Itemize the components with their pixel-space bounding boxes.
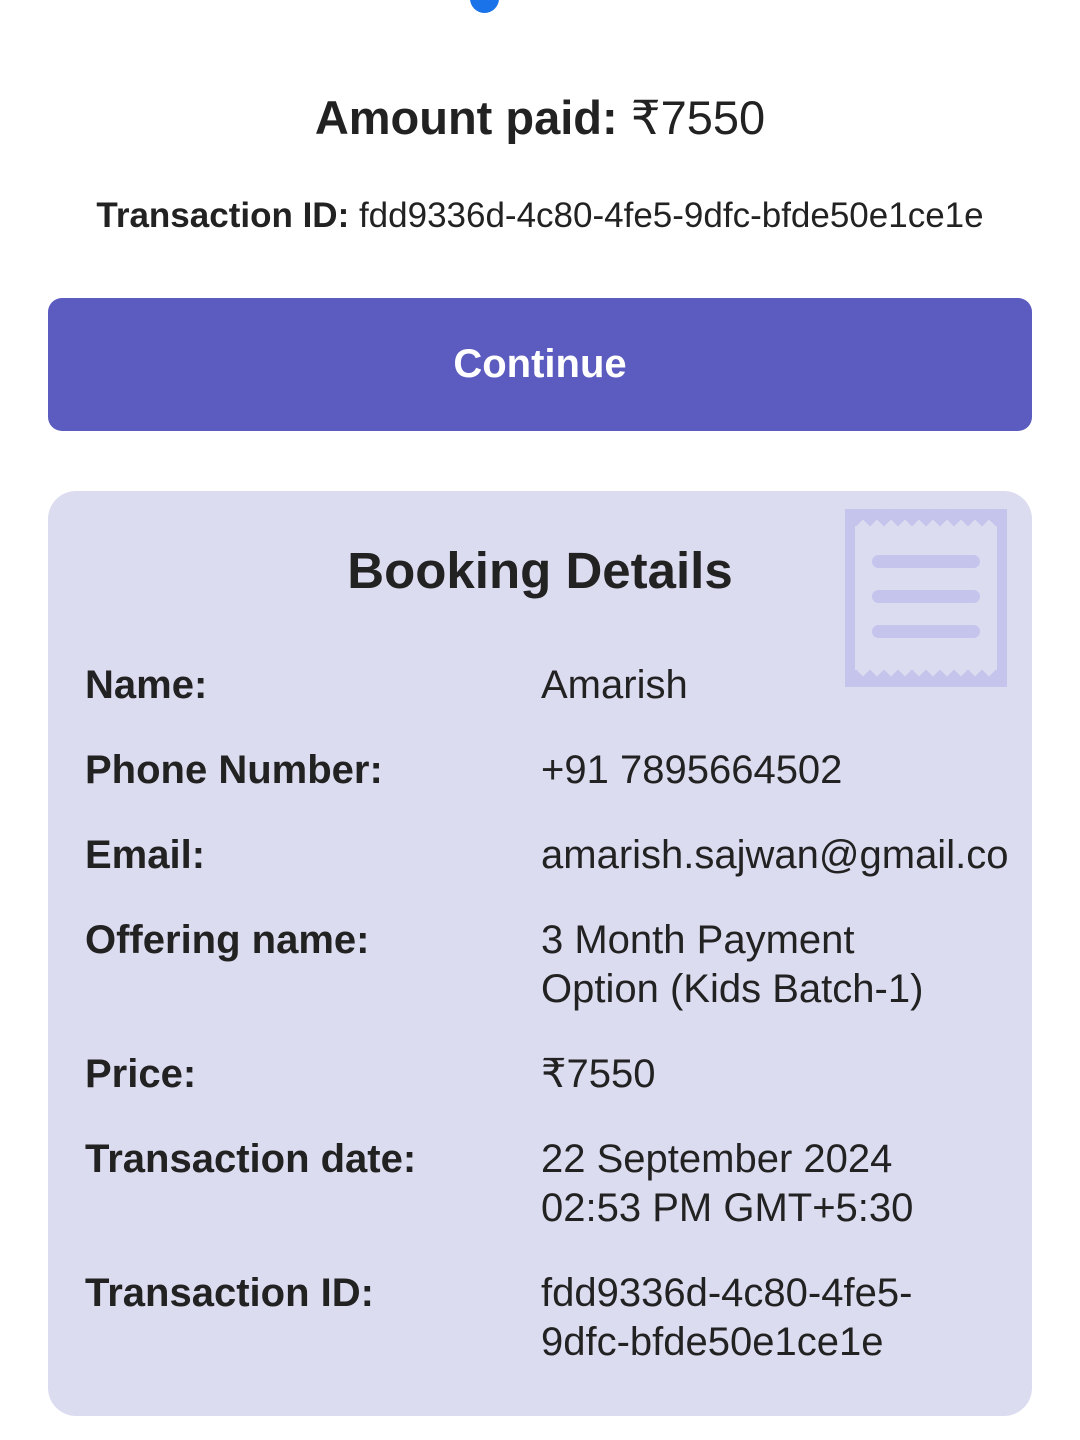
detail-label: Name: xyxy=(85,663,208,707)
transaction-id-summary: Transaction ID: fdd9336d-4c80-4fe5-9dfc-… xyxy=(0,194,1080,238)
payment-success-page: Amount paid: ₹7550 Transaction ID: fdd93… xyxy=(0,0,1080,1440)
detail-value: Amarish xyxy=(541,663,688,707)
detail-value-line: 22 September 2024 xyxy=(541,1137,893,1181)
detail-label: Email: xyxy=(85,833,206,877)
booking-details-title: Booking Details xyxy=(347,542,733,599)
detail-value-line: 02:53 PM GMT+5:30 xyxy=(541,1186,914,1230)
progress-indicator-dot xyxy=(470,0,499,13)
transaction-id-label: Transaction ID: xyxy=(96,196,350,235)
detail-label: Offering name: xyxy=(85,918,370,962)
detail-value: 22 September 2024 02:53 PM GMT+5:30 xyxy=(541,1135,961,1233)
detail-label: Price: xyxy=(85,1052,197,1096)
amount-paid-value: ₹7550 xyxy=(630,91,766,144)
detail-value: fdd9336d-4c80-4fe5- 9dfc-bfde50e1ce1e xyxy=(541,1269,961,1367)
continue-button[interactable]: Continue xyxy=(48,298,1032,431)
amount-paid-label: Amount paid: xyxy=(314,91,618,144)
detail-value: +91 7895664502 xyxy=(541,748,843,792)
transaction-id-value: fdd9336d-4c80-4fe5-9dfc-bfde50e1ce1e xyxy=(358,196,984,235)
detail-value: amarish.sajwan@gmail.co xyxy=(541,833,1009,877)
detail-value-line: 3 Month Payment xyxy=(541,918,855,962)
detail-value: ₹7550 xyxy=(541,1052,656,1096)
detail-value-line: fdd9336d-4c80-4fe5- xyxy=(541,1271,913,1315)
detail-label: Transaction ID: xyxy=(85,1271,374,1315)
detail-value-line: Option (Kids Batch-1) xyxy=(541,967,924,1011)
amount-paid: Amount paid: ₹7550 xyxy=(0,88,1080,148)
detail-label: Phone Number: xyxy=(85,748,383,792)
booking-details-card: Booking Details Name: Amarish Phone Numb… xyxy=(48,491,1032,1416)
detail-value-line: 9dfc-bfde50e1ce1e xyxy=(541,1320,884,1364)
detail-label: Transaction date: xyxy=(85,1137,417,1181)
detail-value: 3 Month Payment Option (Kids Batch-1) xyxy=(541,916,961,1014)
